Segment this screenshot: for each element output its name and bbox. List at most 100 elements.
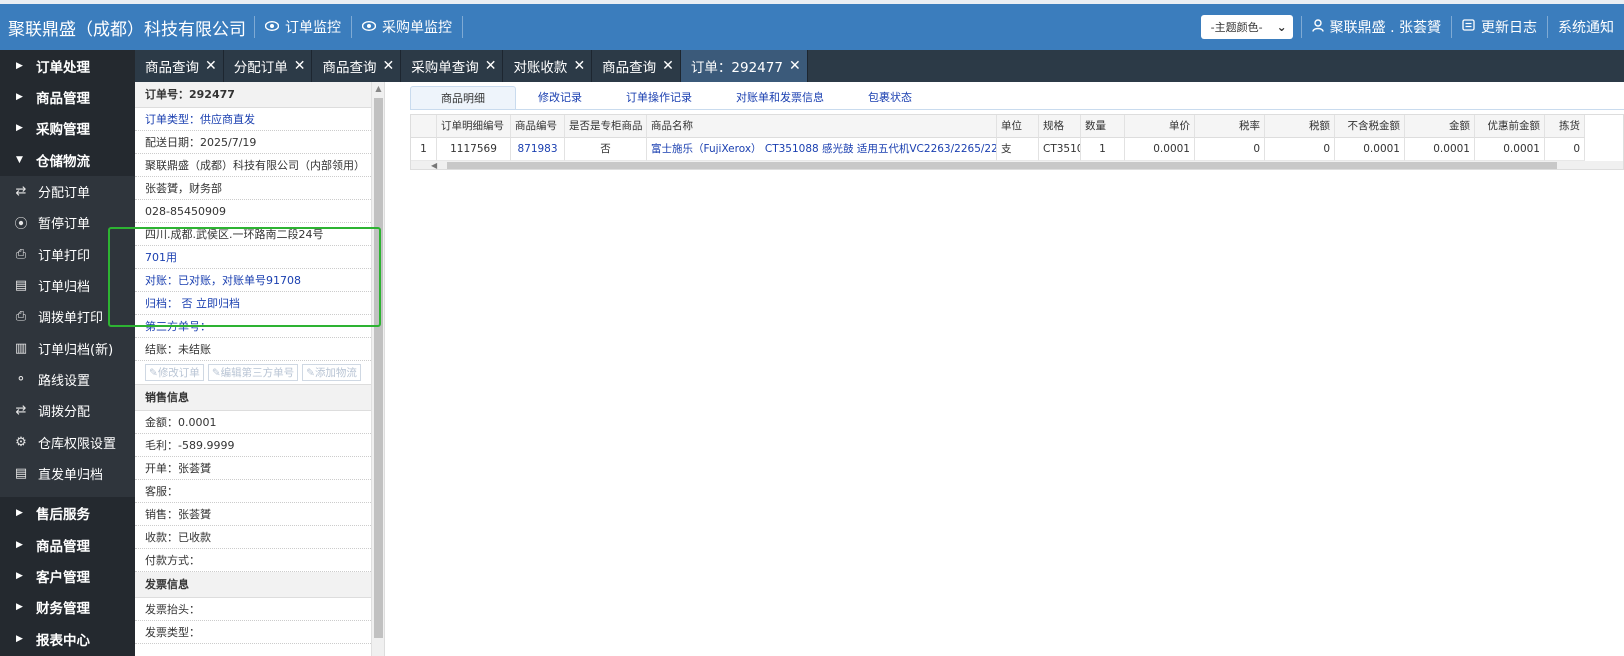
col-product-no[interactable]: 商品编号	[511, 115, 565, 138]
close-icon[interactable]: ✕	[573, 58, 585, 74]
tab-modify-records[interactable]: 修改记录	[516, 86, 604, 109]
sidebar-item-order-archive-new[interactable]: ▥ 订单归档(新)	[0, 332, 135, 364]
edit-order-button[interactable]: ✎修改订单	[145, 364, 204, 381]
highlight-box	[108, 227, 381, 327]
col-detail-no[interactable]: 订单明细编号	[437, 115, 511, 138]
customer-phone: 028-85450909	[135, 200, 371, 223]
salesperson: 销售：张荟贇	[135, 503, 371, 526]
tab-label: 分配订单	[233, 60, 288, 76]
close-icon[interactable]: ✕	[662, 58, 674, 74]
col-tax-rate[interactable]: 税率	[1195, 115, 1265, 138]
col-spec[interactable]: 规格	[1039, 115, 1081, 138]
sidebar-item-route-settings[interactable]: ⚬ 路线设置	[0, 363, 135, 396]
detail-scrollbar[interactable]: ▲	[371, 82, 384, 656]
close-icon[interactable]: ✕	[789, 58, 801, 74]
purchase-monitor-link[interactable]: 采购单监控	[351, 16, 462, 38]
tab-operation-records[interactable]: 订单操作记录	[604, 86, 714, 109]
tab-reconcile-collect[interactable]: 对账收款 ✕	[503, 50, 593, 82]
col-picking[interactable]: 拣货	[1545, 115, 1585, 138]
user-menu[interactable]: 聚联鼎盛 . 张荟贇	[1300, 16, 1451, 38]
sidebar-item-allocate-order[interactable]: ⇄ 分配订单	[0, 175, 135, 207]
sidebar-group-product-management-2[interactable]: ▶ 商品管理	[0, 529, 135, 560]
col-counter-product[interactable]: 是否是专柜商品	[565, 115, 647, 138]
printer-icon: ⎙	[15, 246, 27, 262]
close-icon[interactable]: ✕	[485, 58, 497, 74]
invoice-type: 发票类型：	[135, 621, 371, 644]
sidebar-group-finance-management[interactable]: ▶ 财务管理	[0, 592, 135, 623]
cell-tax-amount: 0	[1265, 138, 1335, 161]
col-unit[interactable]: 单位	[997, 115, 1039, 138]
tab-purchase-query[interactable]: 采购单查询 ✕	[401, 50, 504, 82]
customer-contact: 张荟贇，财务部	[135, 177, 371, 200]
printer-icon: ⎙	[15, 309, 27, 325]
sidebar-item-transfer-allocation[interactable]: ⇄ 调拨分配	[0, 395, 135, 427]
invoice-head: 发票抬头：	[135, 598, 371, 621]
sidebar-item-label: 订单归档	[38, 279, 91, 295]
tab-product-query-2[interactable]: 商品查询 ✕	[312, 50, 402, 82]
tab-product-details[interactable]: 商品明细	[410, 86, 516, 109]
tab-reconcile-invoice[interactable]: 对账单和发票信息	[714, 86, 846, 109]
cell-counter-product: 否	[565, 138, 647, 161]
tab-order-292477[interactable]: 订单：292477 ✕	[680, 50, 808, 82]
col-pre-discount[interactable]: 优惠前金额	[1475, 115, 1545, 138]
amount: 金额：0.0001	[135, 411, 371, 434]
tab-label: 商品查询	[145, 60, 199, 76]
sidebar-item-warehouse-permissions[interactable]: ⚙ 仓库权限设置	[0, 426, 135, 459]
cell-rownum: 1	[411, 138, 437, 161]
caret-right-icon: ▶	[16, 123, 23, 134]
col-unit-price[interactable]: 单价	[1125, 115, 1195, 138]
sidebar-item-label: 暂停订单	[38, 217, 91, 233]
sidebar-group-warehouse-logistics[interactable]: ▼ 仓储物流	[0, 144, 135, 175]
table-row[interactable]: 1 1117569 871983 否 富士施乐（FujiXerox） CT351…	[411, 138, 1623, 161]
sidebar-group-purchase-management[interactable]: ▶ 采购管理	[0, 113, 135, 144]
grid-hscrollbar[interactable]: ◀	[411, 161, 1623, 169]
edit-third-party-button[interactable]: ✎编辑第三方单号	[207, 364, 299, 381]
scroll-up-arrow-icon[interactable]: ▲	[372, 82, 384, 96]
cell-unit-price: 0.0001	[1125, 138, 1195, 161]
sidebar-group-after-sales[interactable]: ▶ 售后服务	[0, 497, 135, 528]
theme-color-select[interactable]: -主题颜色- ⌄	[1200, 15, 1293, 39]
sidebar-group-report-center[interactable]: ▶ 报表中心	[0, 623, 135, 654]
tab-label: 采购单查询	[411, 60, 479, 76]
top-right-area: -主题颜色- ⌄ 聚联鼎盛 . 张荟贇 更新日志 系统通知	[1200, 4, 1624, 50]
tab-allocate-order[interactable]: 分配订单 ✕	[224, 50, 313, 82]
order-type[interactable]: 订单类型：供应商直发	[135, 108, 371, 131]
cell-detail-no: 1117569	[437, 138, 511, 161]
tab-product-query-3[interactable]: 商品查询 ✕	[592, 50, 681, 82]
col-pretax-amount[interactable]: 不含税金额	[1335, 115, 1405, 138]
tab-package-status[interactable]: 包裹状态	[846, 86, 934, 109]
order-monitor-link[interactable]: 订单监控	[254, 16, 351, 38]
close-icon[interactable]: ✕	[294, 58, 306, 74]
cell-quantity: 1	[1081, 138, 1125, 161]
cell-product-no[interactable]: 871983	[511, 138, 565, 161]
col-quantity[interactable]: 数量	[1081, 115, 1125, 138]
sidebar-group-label: 仓储物流	[36, 153, 90, 170]
system-notice-link[interactable]: 系统通知	[1547, 16, 1624, 38]
sidebar-group-product-management[interactable]: ▶ 商品管理	[0, 81, 135, 112]
divider	[462, 16, 463, 38]
sidebar-item-label: 仓库权限设置	[38, 436, 117, 452]
sidebar-group-order-processing[interactable]: ▶ 订单处理	[0, 50, 135, 81]
col-amount[interactable]: 金额	[1405, 115, 1475, 138]
top-bar: 聚联鼎盛（成都）科技有限公司 订单监控 采购单监控 -主题颜色- ⌄ 聚联鼎盛 …	[0, 0, 1624, 50]
hscroll-thumb[interactable]	[447, 162, 1557, 169]
caret-right-icon: ▶	[16, 60, 23, 71]
close-icon[interactable]: ✕	[382, 58, 394, 74]
cell-product-name[interactable]: 富士施乐（FujiXerox） CT351088 感光鼓 适用五代机VC2263…	[647, 138, 997, 161]
col-tax-amount[interactable]: 税额	[1265, 115, 1335, 138]
order-number: 订单号：292477	[135, 82, 371, 108]
col-rownum	[411, 115, 437, 138]
sidebar-item-direct-archive[interactable]: ▤ 直发单归档	[0, 458, 135, 490]
sidebar-group-customer-management[interactable]: ▶ 客户管理	[0, 560, 135, 591]
sidebar-item-label: 订单归档(新)	[38, 342, 114, 358]
add-logistics-button[interactable]: ✎添加物流	[302, 364, 361, 381]
scroll-left-arrow-icon[interactable]: ◀	[431, 161, 437, 169]
sidebar-item-label: 订单打印	[38, 248, 91, 264]
col-product-name[interactable]: 商品名称	[647, 115, 997, 138]
log-icon	[1462, 19, 1475, 35]
tab-product-query-1[interactable]: 商品查询 ✕	[135, 50, 224, 82]
close-icon[interactable]: ✕	[205, 58, 217, 74]
update-log-link[interactable]: 更新日志	[1451, 16, 1547, 38]
sidebar-group-label: 报表中心	[36, 632, 90, 649]
scroll-thumb[interactable]	[374, 98, 383, 638]
